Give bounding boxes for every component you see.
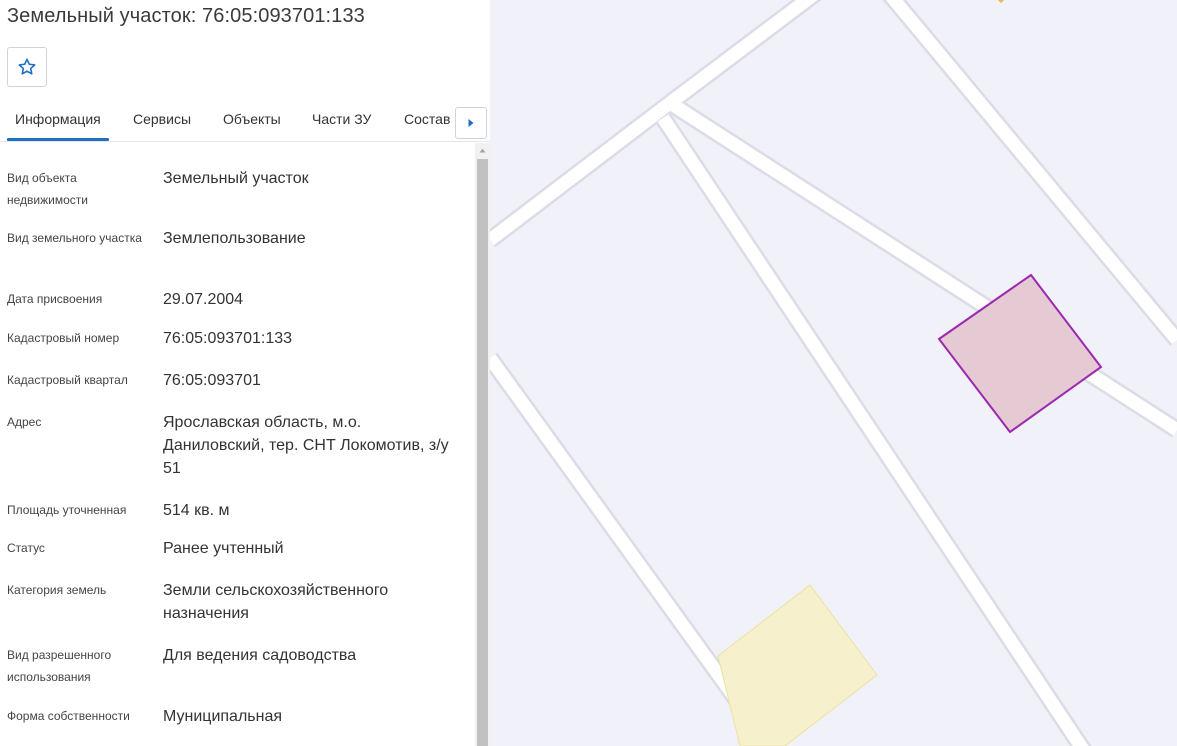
page-title: Земельный участок: 76:05:093701:133 [7, 5, 365, 27]
tabs-next-button[interactable] [455, 107, 487, 139]
scroll-thumb[interactable] [477, 159, 488, 746]
favorite-button[interactable] [7, 47, 47, 87]
property-label: Кадастровый квартал [7, 373, 128, 387]
tab-bar: Информация Сервисы Объекты Части ЗУ Сост… [0, 100, 490, 142]
property-label: Кадастровый номер [7, 331, 120, 345]
properties-list: Вид объекта недвижимости Земельный участ… [0, 143, 475, 746]
tab-parts[interactable]: Части ЗУ [312, 111, 371, 127]
property-value: Для ведения садоводства [163, 647, 357, 664]
property-label: Форма собственности [7, 709, 130, 723]
tab-objects[interactable]: Объекты [223, 111, 281, 127]
star-icon [17, 57, 37, 77]
map-canvas[interactable] [490, 0, 1177, 746]
property-label: Вид земельного участка [7, 231, 142, 245]
caret-up-icon [479, 148, 486, 153]
property-value: 76:05:093701:133 [163, 330, 293, 347]
property-value: 29.07.2004 [163, 291, 244, 308]
property-label: Дата присвоения [7, 292, 103, 306]
property-value: Ранее учтенный [163, 540, 284, 557]
cadastral-map[interactable] [490, 0, 1177, 746]
tab-info[interactable]: Информация [15, 111, 101, 127]
property-value: Муниципальная [163, 708, 283, 725]
property-value: Ярославская область, м.о. Даниловский, т… [163, 414, 449, 477]
property-label: Адрес [7, 415, 42, 429]
property-label: Статус [7, 541, 45, 555]
property-value: 514 кв. м [163, 502, 230, 519]
orange-marker-icon [998, 0, 1004, 3]
property-value: Земельный участок [163, 170, 309, 187]
property-value: 76:05:093701 [163, 372, 261, 389]
tab-services[interactable]: Сервисы [133, 111, 191, 127]
caret-right-icon [467, 118, 475, 128]
tab-composition[interactable]: Состав [404, 111, 450, 127]
info-panel: Земельный участок: 76:05:093701:133 Инфо… [0, 0, 490, 746]
property-label: Вид разрешенного использования [7, 648, 112, 684]
neighbor-parcel[interactable] [717, 584, 878, 746]
property-label: Категория земель [7, 583, 107, 597]
property-label: Вид объекта недвижимости [7, 171, 88, 207]
scroll-up-button[interactable] [475, 143, 490, 158]
property-value: Землепользование [163, 230, 306, 247]
property-label: Площадь уточненная [7, 503, 127, 517]
active-tab-indicator [7, 138, 109, 141]
properties-scrollbar[interactable] [475, 143, 490, 746]
property-value: Земли сельскохозяйственного назначения [163, 582, 389, 622]
